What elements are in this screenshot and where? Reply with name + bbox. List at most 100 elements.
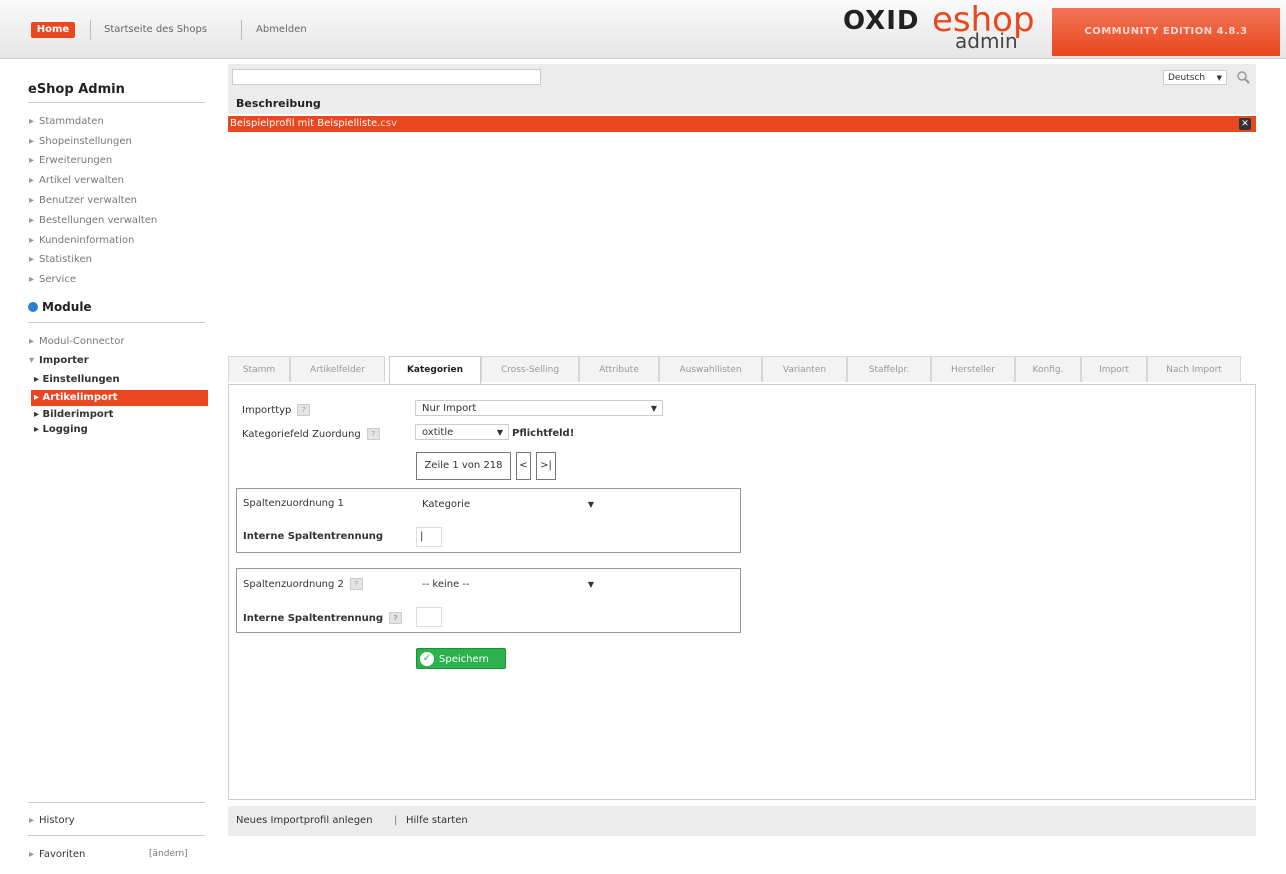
module-section-title[interactable]: Module <box>28 300 92 314</box>
tab-attribute[interactable]: Attribute <box>579 356 659 382</box>
shop-start-link[interactable]: Startseite des Shops <box>104 22 207 38</box>
sidebar-item-statistiken[interactable]: ▸ Statistiken <box>29 254 92 265</box>
map1-value: Kategorie <box>422 499 471 510</box>
chevron-down-icon: ▼ <box>587 580 594 589</box>
help-icon[interactable]: ? <box>366 428 380 440</box>
column-header-beschreibung[interactable]: Beschreibung <box>236 97 321 110</box>
logo-admin-text: admin <box>955 29 1018 53</box>
sidebar-item-history[interactable]: ▸ History <box>29 815 75 826</box>
pager-last-button[interactable]: >| <box>536 452 556 480</box>
importtyp-value: Nur Import <box>422 403 477 414</box>
tab-artikelfelder[interactable]: Artikelfelder <box>290 356 385 382</box>
sidebar-item-benutzer[interactable]: ▸ Benutzer verwalten <box>29 195 137 206</box>
tab-kategorien[interactable]: Kategorien <box>389 356 481 385</box>
katfeld-label: Kategoriefeld Zuordung? <box>242 428 380 440</box>
help-start-link[interactable]: Hilfe starten <box>406 806 468 836</box>
sidebar-item-favoriten[interactable]: ▸ Favoriten <box>29 849 85 860</box>
sidebar-item-erweiterungen[interactable]: ▸ Erweiterungen <box>29 155 112 166</box>
sidebar-item-bestellungen[interactable]: ▸ Bestellungen verwalten <box>29 215 157 226</box>
save-button-label: Speichern <box>439 654 489 665</box>
footer-divider: | <box>394 815 398 826</box>
map2-label-text: Spaltenzuordnung 2 <box>243 579 344 590</box>
help-icon[interactable]: ? <box>389 612 403 624</box>
chevron-down-icon: ▼ <box>1216 74 1222 82</box>
list-item-ext: csv <box>380 118 398 129</box>
map2-value: -- keine -- <box>422 579 470 590</box>
tab-import[interactable]: Import <box>1081 356 1147 382</box>
sidebar-subitem-logging[interactable]: ▸ Logging <box>34 424 88 435</box>
language-select[interactable]: Deutsch ▼ <box>1163 70 1227 85</box>
sidebar-item-label: Kundeninformation <box>39 235 135 246</box>
importtyp-label-text: Importtyp <box>242 405 292 416</box>
help-icon[interactable]: ? <box>297 404 311 416</box>
divider <box>28 802 205 803</box>
help-icon[interactable]: ? <box>349 578 363 590</box>
new-profile-link[interactable]: Neues Importprofil anlegen <box>236 806 373 836</box>
oxid-logo: OXID eshop admin <box>843 0 1043 54</box>
sidebar-item-label: Benutzer verwalten <box>39 195 138 206</box>
footer-bar: Neues Importprofil anlegen | Hilfe start… <box>228 806 1256 836</box>
divider <box>241 20 242 40</box>
sidebar-item-label: Importer <box>39 355 89 366</box>
chevron-down-icon: ▼ <box>650 404 657 413</box>
divider <box>28 835 205 836</box>
pager-status: Zeile 1 von 218 <box>416 452 511 480</box>
tab-auswahllisten[interactable]: Auswahllisten <box>659 356 762 382</box>
sidebar-item-service[interactable]: ▸ Service <box>29 274 76 285</box>
sidebar-item-label: Logging <box>42 424 88 435</box>
required-hint: Pflichtfeld! <box>512 428 575 439</box>
map2-select[interactable]: -- keine -- ▼ <box>415 576 600 592</box>
tab-konfig[interactable]: Konfig. <box>1015 356 1081 382</box>
sidebar-item-label: History <box>39 815 75 826</box>
sidebar-item-label: Modul-Connector <box>39 336 125 347</box>
chevron-down-icon: ▼ <box>496 428 503 437</box>
map1-label: Spaltenzuordnung 1 <box>243 498 344 509</box>
pager-prev-button[interactable]: < <box>516 452 531 480</box>
sidebar-item-label: Artikel verwalten <box>39 175 124 186</box>
sidebar-item-stammdaten[interactable]: ▸ Stammdaten <box>29 116 104 127</box>
search-icon[interactable] <box>1236 70 1250 84</box>
tab-hersteller[interactable]: Hersteller <box>931 356 1015 382</box>
sidebar-subitem-bilderimport[interactable]: ▸ Bilderimport <box>34 409 113 420</box>
search-input[interactable] <box>232 69 541 85</box>
divider <box>28 322 205 323</box>
map2-label: Spaltenzuordnung 2? <box>243 578 363 590</box>
sidebar-item-label: Stammdaten <box>39 116 104 127</box>
sidebar-item-label: Erweiterungen <box>39 155 113 166</box>
divider <box>90 20 91 40</box>
sidebar-item-modul-connector[interactable]: ▸ Modul-Connector <box>29 336 124 347</box>
favorites-edit-link[interactable]: [ändern] <box>149 849 188 859</box>
logout-link[interactable]: Abmelden <box>256 22 307 38</box>
tab-cross-selling[interactable]: Cross-Selling <box>481 356 579 382</box>
sep2-label-text: Interne Spaltentrennung <box>243 613 384 624</box>
sidebar-title: eShop Admin <box>28 82 125 97</box>
sidebar-item-importer[interactable]: ▾ Importer <box>29 355 89 366</box>
map1-select[interactable]: Kategorie ▼ <box>415 496 600 512</box>
close-icon[interactable]: ✕ <box>1239 118 1251 130</box>
sidebar-subitem-artikelimport[interactable]: ▸ Artikelimport <box>31 390 208 406</box>
sep2-input[interactable] <box>416 607 442 627</box>
edition-badge: COMMUNITY EDITION 4.8.3 <box>1052 8 1280 56</box>
katfeld-label-text: Kategoriefeld Zuordung <box>242 429 361 440</box>
sidebar-item-label: Artikelimport <box>42 392 118 403</box>
sidebar-item-label: Bilderimport <box>42 409 114 420</box>
home-button[interactable]: Home <box>31 22 75 38</box>
sidebar-item-shopeinstellungen[interactable]: ▸ Shopeinstellungen <box>29 136 132 147</box>
sidebar-item-artikel[interactable]: ▸ Artikel verwalten <box>29 175 124 186</box>
sep1-input[interactable]: | <box>416 527 442 547</box>
save-button[interactable]: ✓ Speichern <box>416 648 506 669</box>
list-item[interactable]: Beispielprofil mit Beispielliste.csv <box>228 116 1256 132</box>
sidebar: eShop Admin ▸ Stammdaten ▸ Shopeinstellung… <box>20 60 208 874</box>
tab-stamm[interactable]: Stamm <box>228 356 290 382</box>
katfeld-select[interactable]: oxtitle ▼ <box>415 424 509 440</box>
importtyp-select[interactable]: Nur Import ▼ <box>415 400 663 416</box>
chevron-down-icon: ▼ <box>587 500 594 509</box>
sidebar-subitem-einstellungen[interactable]: ▸ Einstellungen <box>34 374 120 385</box>
tab-nach-import[interactable]: Nach Import <box>1147 356 1241 382</box>
importtyp-label: Importtyp? <box>242 404 311 416</box>
tab-staffelpreise[interactable]: Staffelpr. <box>847 356 931 382</box>
logo-oxid-text: OXID <box>843 6 920 36</box>
sidebar-item-kundeninformation[interactable]: ▸ Kundeninformation <box>29 235 134 246</box>
tab-varianten[interactable]: Varianten <box>762 356 847 382</box>
module-title-label: Module <box>42 300 92 314</box>
